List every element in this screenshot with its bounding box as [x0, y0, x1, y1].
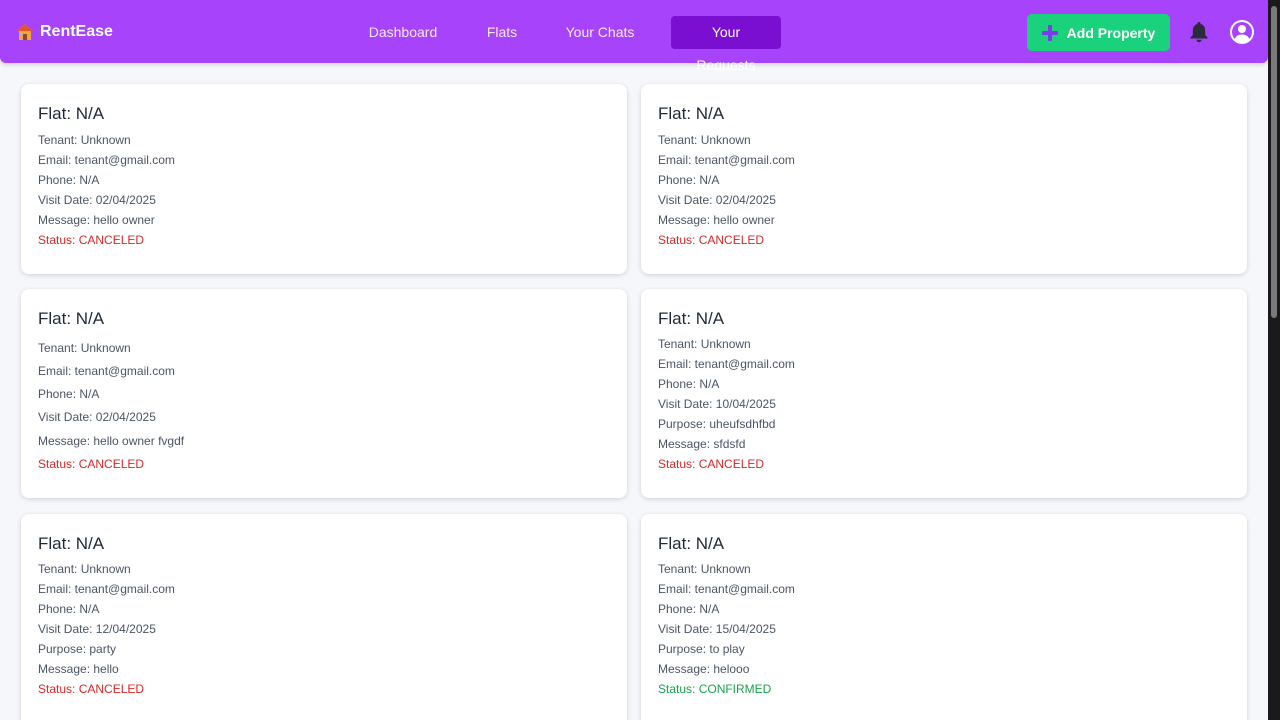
request-card: Flat: N/A Tenant: Unknown Email: tenant@… [21, 289, 627, 498]
visit-date: Visit Date: 12/04/2025 [38, 622, 156, 636]
brand-link[interactable]: RentEase [16, 21, 113, 43]
tenant-phone: Phone: N/A [658, 173, 720, 187]
visit-purpose: Purpose: uheufsdhfbd [658, 417, 776, 431]
scrollbar-thumb[interactable] [1271, 6, 1277, 318]
visit-date: Visit Date: 02/04/2025 [658, 193, 776, 207]
visit-date: Visit Date: 02/04/2025 [38, 193, 156, 207]
card-title: Flat: N/A [38, 534, 105, 553]
scrollbar[interactable] [1268, 0, 1280, 720]
request-card: Flat: N/A Tenant: Unknown Email: tenant@… [641, 289, 1247, 498]
page: RentEase Dashboard Flats Your Chats Your… [0, 0, 1268, 720]
user-circle-icon[interactable] [1229, 19, 1255, 45]
request-message: Message: hello owner fvgdf [38, 434, 185, 448]
request-card: Flat: N/A Tenant: Unknown Email: tenant@… [21, 514, 627, 720]
tenant-email: Email: tenant@gmail.com [658, 582, 795, 596]
visit-date: Visit Date: 10/04/2025 [658, 397, 776, 411]
status-text: Status: CANCELED [38, 682, 145, 696]
visit-purpose: Purpose: party [38, 642, 117, 656]
visit-date: Visit Date: 15/04/2025 [658, 622, 776, 636]
plus-icon [1041, 24, 1058, 41]
request-message: Message: hello owner [38, 213, 155, 227]
nav-dashboard[interactable]: Dashboard [365, 16, 441, 49]
status-text: Status: CANCELED [38, 233, 145, 247]
tenant-name: Tenant: Unknown [658, 337, 751, 351]
card-title: Flat: N/A [658, 104, 725, 123]
nav-your-requests[interactable]: Your Requests [671, 16, 781, 73]
tenant-name: Tenant: Unknown [38, 133, 131, 147]
visit-purpose: Purpose: to play [658, 642, 745, 656]
tenant-name: Tenant: Unknown [658, 562, 751, 576]
status-text: Status: CONFIRMED [658, 682, 772, 696]
brand-name: RentEase [40, 23, 113, 40]
status-text: Status: CANCELED [38, 457, 145, 471]
request-card: Flat: N/A Tenant: Unknown Email: tenant@… [641, 84, 1247, 274]
tenant-name: Tenant: Unknown [38, 562, 131, 576]
request-message: Message: hello owner [658, 213, 775, 227]
tenant-phone: Phone: N/A [658, 602, 720, 616]
request-message: Message: sfdsfd [658, 437, 746, 451]
bell-icon[interactable] [1189, 21, 1209, 43]
add-property-label: Add Property [1066, 24, 1156, 41]
request-message: Message: hello [38, 662, 119, 676]
tenant-email: Email: tenant@gmail.com [658, 357, 795, 371]
tenant-name: Tenant: Unknown [38, 341, 131, 355]
tenant-name: Tenant: Unknown [658, 133, 751, 147]
home-icon [17, 24, 33, 40]
tenant-email: Email: tenant@gmail.com [38, 153, 175, 167]
tenant-email: Email: tenant@gmail.com [38, 582, 175, 596]
tenant-email: Email: tenant@gmail.com [38, 364, 175, 378]
card-title: Flat: N/A [38, 309, 105, 328]
card-title: Flat: N/A [658, 534, 725, 553]
visit-date: Visit Date: 02/04/2025 [38, 410, 156, 424]
status-text: Status: CANCELED [658, 457, 765, 471]
nav-flats[interactable]: Flats [482, 16, 522, 49]
tenant-phone: Phone: N/A [38, 173, 100, 187]
add-property-button[interactable]: Add Property [1027, 14, 1170, 51]
navbar: RentEase Dashboard Flats Your Chats Your… [0, 0, 1268, 73]
tenant-phone: Phone: N/A [658, 377, 720, 391]
card-title: Flat: N/A [38, 104, 105, 123]
request-card: Flat: N/A Tenant: Unknown Email: tenant@… [641, 514, 1247, 720]
tenant-email: Email: tenant@gmail.com [658, 153, 795, 167]
tenant-phone: Phone: N/A [38, 387, 100, 401]
status-text: Status: CANCELED [658, 233, 765, 247]
nav-your-chats[interactable]: Your Chats [563, 16, 637, 49]
card-title: Flat: N/A [658, 309, 725, 328]
request-message: Message: helooo [658, 662, 750, 676]
tenant-phone: Phone: N/A [38, 602, 100, 616]
request-card: Flat: N/A Tenant: Unknown Email: tenant@… [21, 84, 627, 274]
